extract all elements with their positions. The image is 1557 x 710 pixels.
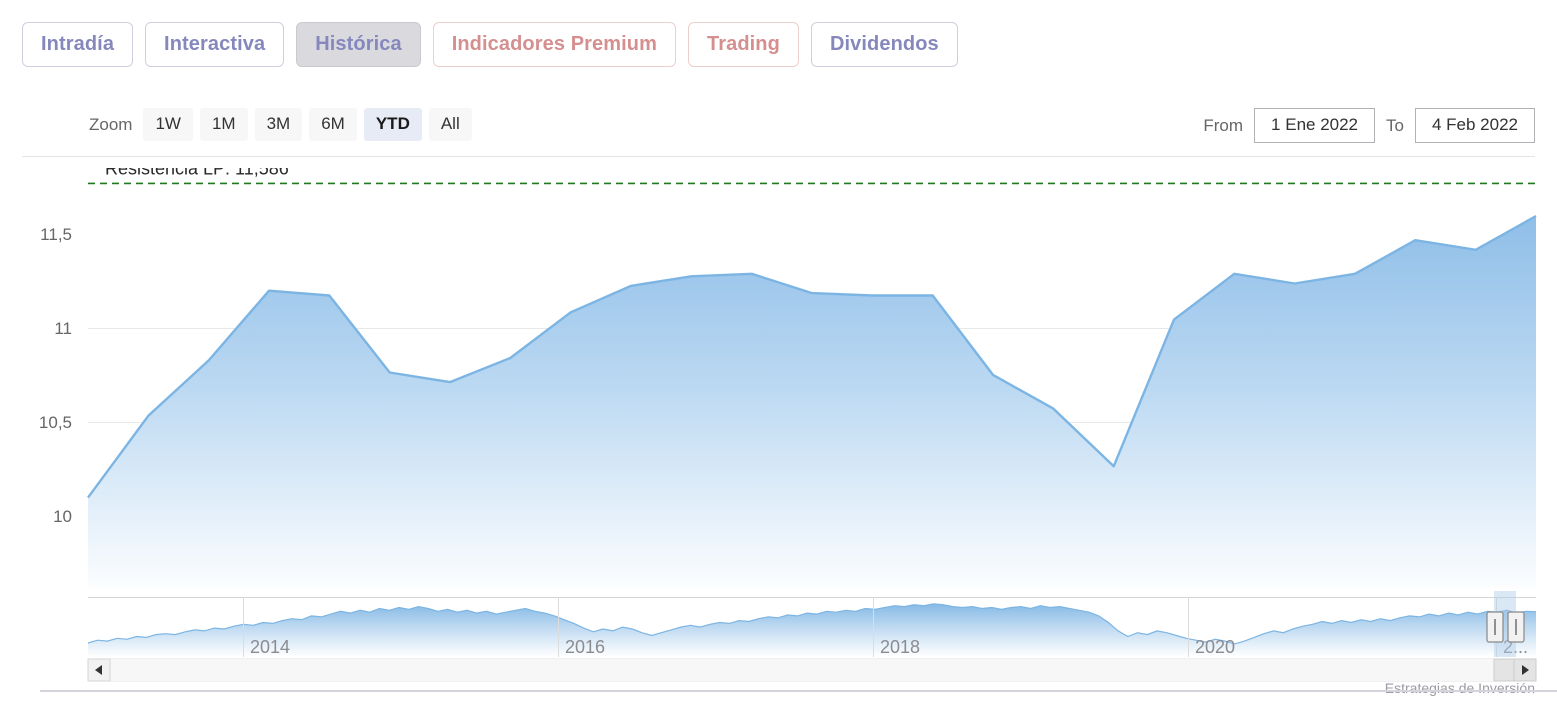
zoom-button-ytd[interactable]: YTD — [363, 108, 422, 141]
to-label: To — [1386, 115, 1404, 135]
scrollbar-right-arrow-button[interactable] — [1513, 658, 1537, 682]
tab-interactiva[interactable]: Interactiva — [145, 22, 285, 67]
zoom-button-3m[interactable]: 3M — [254, 108, 303, 141]
bottom-divider — [40, 690, 1557, 692]
header-divider — [22, 156, 1535, 157]
scrollbar-track-left[interactable] — [110, 659, 1494, 681]
zoom-button-6m[interactable]: 6M — [309, 108, 357, 141]
zoom-button-1w[interactable]: 1W — [143, 108, 193, 141]
zoom-range-group: Zoom 1W 1M 3M 6M YTD All — [89, 108, 472, 141]
scrollbar-thumb[interactable] — [1493, 658, 1515, 682]
to-date-input[interactable]: 4 Feb 2022 — [1414, 108, 1535, 143]
navigator-handle-right[interactable] — [1507, 611, 1525, 643]
from-label: From — [1203, 115, 1244, 135]
scrollbar-left-arrow-button[interactable] — [87, 658, 111, 682]
navigator-year-label: 2016 — [565, 637, 605, 657]
navigator-year-label: 2018 — [880, 637, 920, 657]
chart-credit: Estrategias de Inversión — [1384, 680, 1535, 696]
price-area-fill — [88, 216, 1536, 588]
chart-navigator[interactable]: 2014 2016 2018 2020 2... — [0, 583, 1557, 683]
navigator-scrollbar[interactable] — [87, 658, 1537, 682]
navigator-year-label: 2014 — [250, 637, 290, 657]
tab-indicadores-premium[interactable]: Indicadores Premium — [432, 22, 677, 67]
zoom-button-1m[interactable]: 1M — [199, 108, 248, 141]
zoom-label: Zoom — [89, 114, 133, 134]
chart-card: Zoom 1W 1M 3M 6M YTD All From 1 Ene 2022… — [0, 88, 1557, 696]
y-tick-label: 10 — [53, 507, 72, 526]
range-selector-row: Zoom 1W 1M 3M 6M YTD All From 1 Ene 2022… — [0, 88, 1557, 156]
navigator-area-fill — [88, 603, 1536, 657]
navigator-year-label: 2020 — [1195, 637, 1235, 657]
y-tick-label: 10,5 — [39, 413, 72, 432]
navigator-svg[interactable]: 2014 2016 2018 2020 2... — [0, 583, 1557, 683]
tab-dividendos[interactable]: Dividendos — [810, 22, 958, 67]
y-tick-label: 11 — [54, 319, 72, 338]
tab-intradia[interactable]: Intradía — [22, 22, 134, 67]
price-area-chart[interactable]: 11,5 11 10,5 10 5. Ene 11. Ene 15. E — [0, 168, 1557, 588]
date-range-group: From 1 Ene 2022 To 4 Feb 2022 — [1203, 108, 1535, 143]
resistance-label: Resistencia LP: 11,586 — [105, 168, 289, 178]
navigator-handle-left[interactable] — [1486, 611, 1504, 643]
zoom-button-all[interactable]: All — [428, 108, 472, 141]
tab-historica[interactable]: Histórica — [296, 22, 421, 67]
y-axis-labels: 11,5 11 10,5 10 — [39, 225, 72, 526]
main-plot: 11,5 11 10,5 10 5. Ene 11. Ene 15. E — [0, 168, 1557, 588]
chart-type-tabbar: Intradía Interactiva Histórica Indicador… — [22, 22, 958, 67]
tab-trading[interactable]: Trading — [688, 22, 799, 67]
from-date-input[interactable]: 1 Ene 2022 — [1254, 108, 1376, 143]
y-tick-label: 11,5 — [40, 225, 72, 244]
